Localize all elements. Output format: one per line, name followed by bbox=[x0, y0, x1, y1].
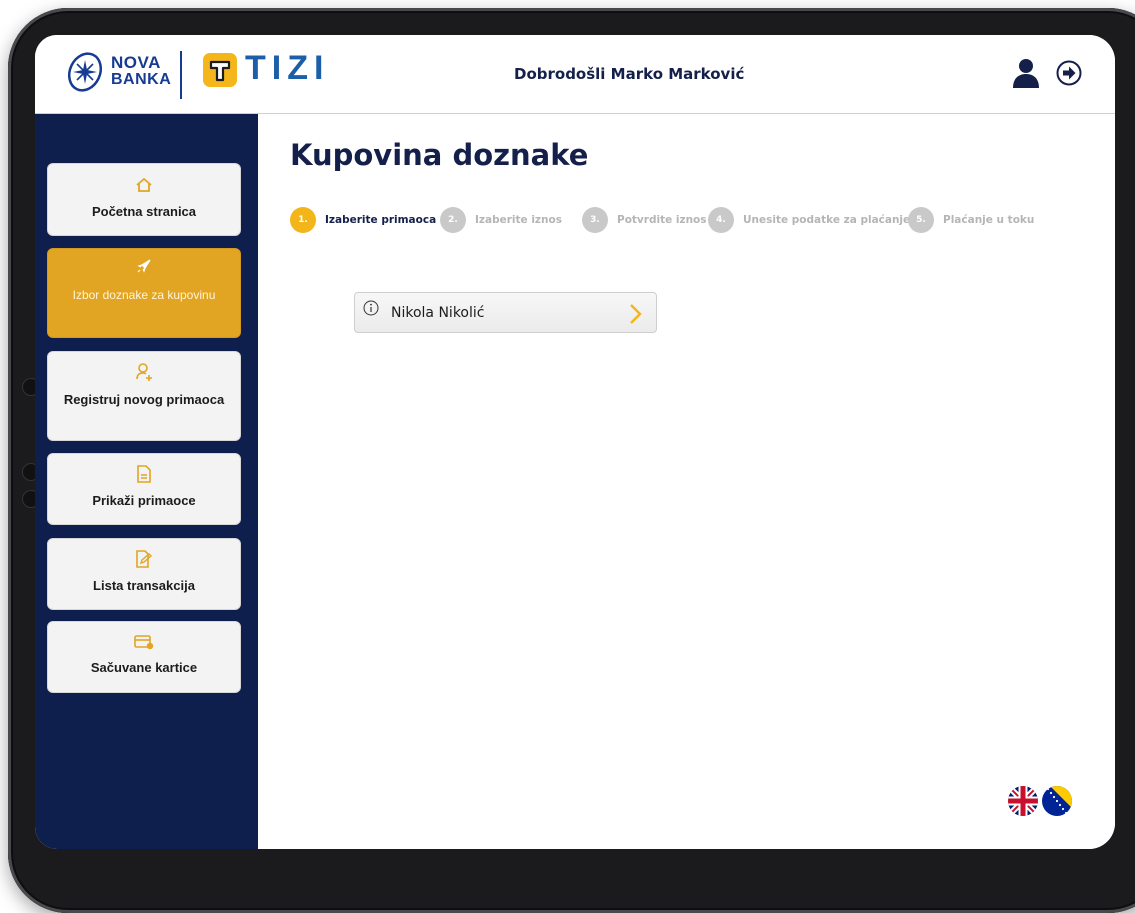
card-icon bbox=[134, 635, 154, 650]
sidebar-item-home[interactable]: Početna stranica bbox=[47, 163, 241, 236]
screen: NOVA BANKA TIZI Dobrodošli Marko Markovi… bbox=[35, 35, 1115, 849]
chevron-right-icon[interactable] bbox=[628, 303, 644, 325]
logo-nova-text: NOVA bbox=[111, 53, 161, 72]
main-content: Kupovina doznake 1. Izaberite primaoca 2… bbox=[258, 114, 1115, 849]
sidebar: Početna stranica Izbor doznake za kupovi… bbox=[35, 114, 258, 849]
rocket-icon bbox=[137, 259, 151, 273]
step-5: 5. Plaćanje u toku bbox=[908, 206, 1034, 234]
sidebar-item-show-recipients[interactable]: Prikaži primaoce bbox=[47, 453, 241, 525]
sidebar-item-label: Registruj novog primaoca bbox=[63, 392, 225, 407]
edit-document-icon bbox=[136, 550, 153, 568]
tizi-logo: TIZI bbox=[203, 49, 353, 93]
step-1: 1. Izaberite primaoca bbox=[290, 206, 436, 234]
logout-icon[interactable] bbox=[1055, 59, 1083, 87]
sidebar-item-label: Prikaži primaoce bbox=[92, 493, 196, 508]
step-label: Unesite podatke za plaćanje bbox=[743, 214, 911, 226]
info-icon[interactable] bbox=[363, 300, 379, 316]
sidebar-item-label: Lista transakcija bbox=[93, 578, 195, 593]
step-label: Izaberite iznos bbox=[475, 214, 562, 226]
step-4: 4. Unesite podatke za plaćanje bbox=[708, 206, 910, 234]
step-number: 5. bbox=[908, 207, 934, 233]
nova-banka-logo: NOVA BANKA bbox=[63, 49, 175, 99]
sidebar-item-remittance[interactable]: Izbor doznake za kupovinu bbox=[47, 248, 241, 338]
logo-banka-text: BANKA bbox=[111, 71, 172, 88]
home-icon bbox=[136, 177, 152, 192]
language-switcher bbox=[1008, 786, 1078, 818]
sidebar-item-saved-cards[interactable]: Sačuvane kartice bbox=[47, 621, 241, 693]
header: NOVA BANKA TIZI Dobrodošli Marko Markovi… bbox=[35, 35, 1115, 114]
recipient-name: Nikola Nikolić bbox=[391, 305, 485, 321]
sidebar-item-label: Izbor doznake za kupovinu bbox=[72, 288, 216, 302]
logo-divider bbox=[180, 51, 182, 99]
recipient-card[interactable]: Nikola Nikolić bbox=[354, 292, 657, 333]
document-icon bbox=[137, 465, 151, 483]
step-3: 3. Potvrdite iznos bbox=[582, 206, 707, 234]
step-2: 2. Izaberite iznos bbox=[440, 206, 562, 234]
user-icon[interactable] bbox=[1011, 57, 1041, 89]
bosnia-flag-icon[interactable] bbox=[1042, 786, 1072, 816]
tizi-mark-icon bbox=[203, 53, 237, 87]
step-number: 2. bbox=[440, 207, 466, 233]
step-label: Izaberite primaoca bbox=[325, 214, 437, 226]
sidebar-item-label: Početna stranica bbox=[91, 204, 197, 219]
step-number: 4. bbox=[708, 207, 734, 233]
step-label: Plaćanje u toku bbox=[943, 214, 1035, 226]
sidebar-item-register-recipient[interactable]: Registruj novog primaoca bbox=[47, 351, 241, 441]
logo-tizi-text: TIZI bbox=[245, 49, 330, 87]
step-label: Potvrdite iznos bbox=[617, 214, 707, 226]
page-title: Kupovina doznake bbox=[290, 138, 589, 172]
sidebar-item-transactions[interactable]: Lista transakcija bbox=[47, 538, 241, 610]
progress-steps: 1. Izaberite primaoca 2. Izaberite iznos… bbox=[290, 206, 1110, 234]
welcome-text: Dobrodošli Marko Marković bbox=[514, 65, 745, 83]
sidebar-item-label: Sačuvane kartice bbox=[90, 660, 198, 675]
add-user-icon bbox=[136, 363, 152, 381]
nova-banka-emblem-icon bbox=[67, 52, 103, 92]
uk-flag-icon[interactable] bbox=[1008, 786, 1038, 816]
step-number: 3. bbox=[582, 207, 608, 233]
step-number: 1. bbox=[290, 207, 316, 233]
